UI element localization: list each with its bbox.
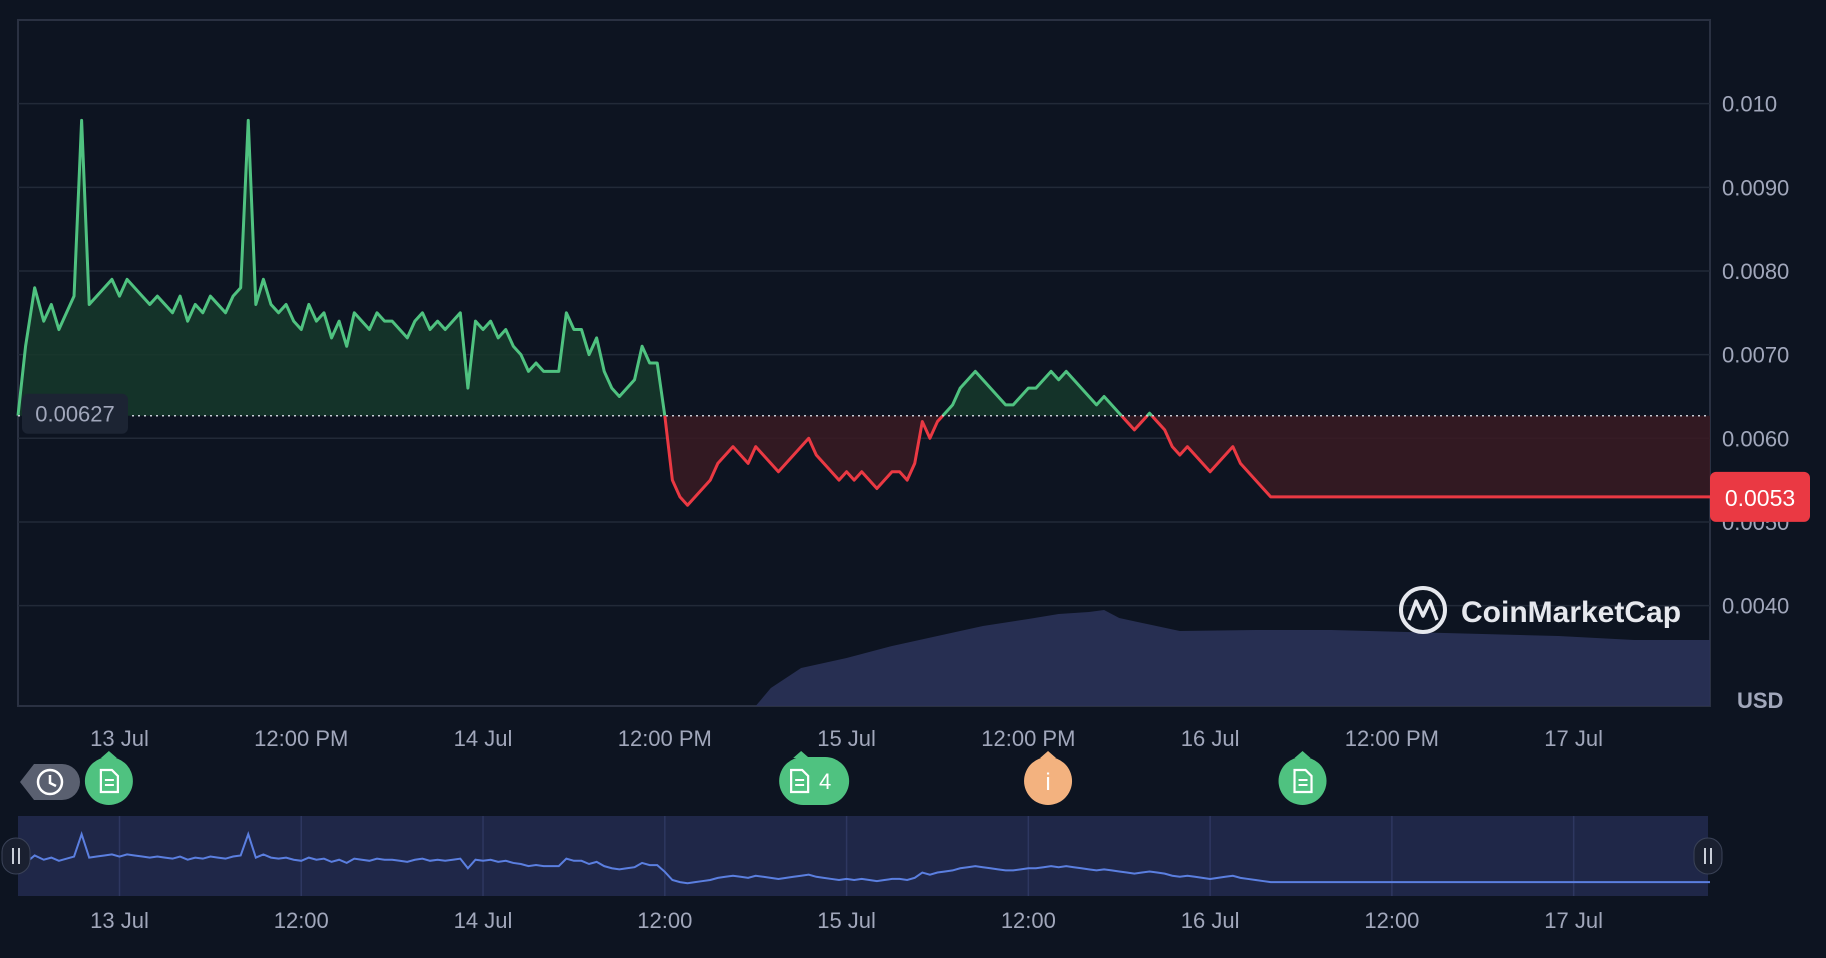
x-tick-label: 14 Jul — [454, 726, 513, 751]
navigator-tick-label: 13 Jul — [90, 908, 149, 933]
current-price-label: 0.0053 — [1725, 485, 1795, 511]
event-marker-bubble — [779, 757, 850, 805]
baseline-label: 0.00627 — [35, 402, 115, 427]
navigator-tick-label: 16 Jul — [1181, 908, 1240, 933]
watermark-text: CoinMarketCap — [1461, 596, 1681, 629]
navigator-tick-label: 12:00 — [637, 908, 692, 933]
x-tick-label: 12:00 PM — [1345, 726, 1439, 751]
navigator-tick-label: 14 Jul — [454, 908, 513, 933]
navigator-tick-label: 17 Jul — [1544, 908, 1603, 933]
x-tick-label: 13 Jul — [90, 726, 149, 751]
x-tick-label: 12:00 PM — [981, 726, 1075, 751]
navigator-handle-right[interactable] — [1693, 837, 1723, 875]
x-tick-label: 15 Jul — [817, 726, 876, 751]
price-chart: 0.00627 0.010 0.0090 0.0080 0.0070 0.0060 0.0… — [0, 0, 1826, 958]
x-tick-label: 16 Jul — [1181, 726, 1240, 751]
navigator-tick-label: 12:00 — [1001, 908, 1056, 933]
navigator-tick-label: 15 Jul — [817, 908, 876, 933]
navigator-tick-label: 12:00 — [274, 908, 329, 933]
navigator-tick-label: 12:00 — [1364, 908, 1419, 933]
info-icon: i — [1045, 769, 1050, 796]
y-tick-label: 0.0080 — [1722, 259, 1789, 284]
x-tick-label: 17 Jul — [1544, 726, 1603, 751]
y-tick-label: 0.0090 — [1722, 175, 1789, 200]
navigator-handle-bg — [1, 837, 31, 875]
y-tick-label: 0.0070 — [1722, 343, 1789, 368]
y-tick-label: 0.0060 — [1722, 426, 1789, 451]
x-tick-label: 12:00 PM — [618, 726, 712, 751]
y-tick-label: 0.010 — [1722, 92, 1777, 117]
y-tick-label: 0.0040 — [1722, 594, 1789, 619]
event-count-label: 4 — [819, 769, 831, 794]
navigator-handle-left[interactable] — [1, 837, 31, 875]
navigator-background — [18, 816, 1708, 896]
x-axis: 13 Jul 12:00 PM 14 Jul 12:00 PM 15 Jul 12:00 … — [90, 726, 1603, 751]
x-tick-label: 12:00 PM — [254, 726, 348, 751]
navigator-handle-bg — [1693, 837, 1723, 875]
y-unit-label: USD — [1737, 688, 1783, 713]
